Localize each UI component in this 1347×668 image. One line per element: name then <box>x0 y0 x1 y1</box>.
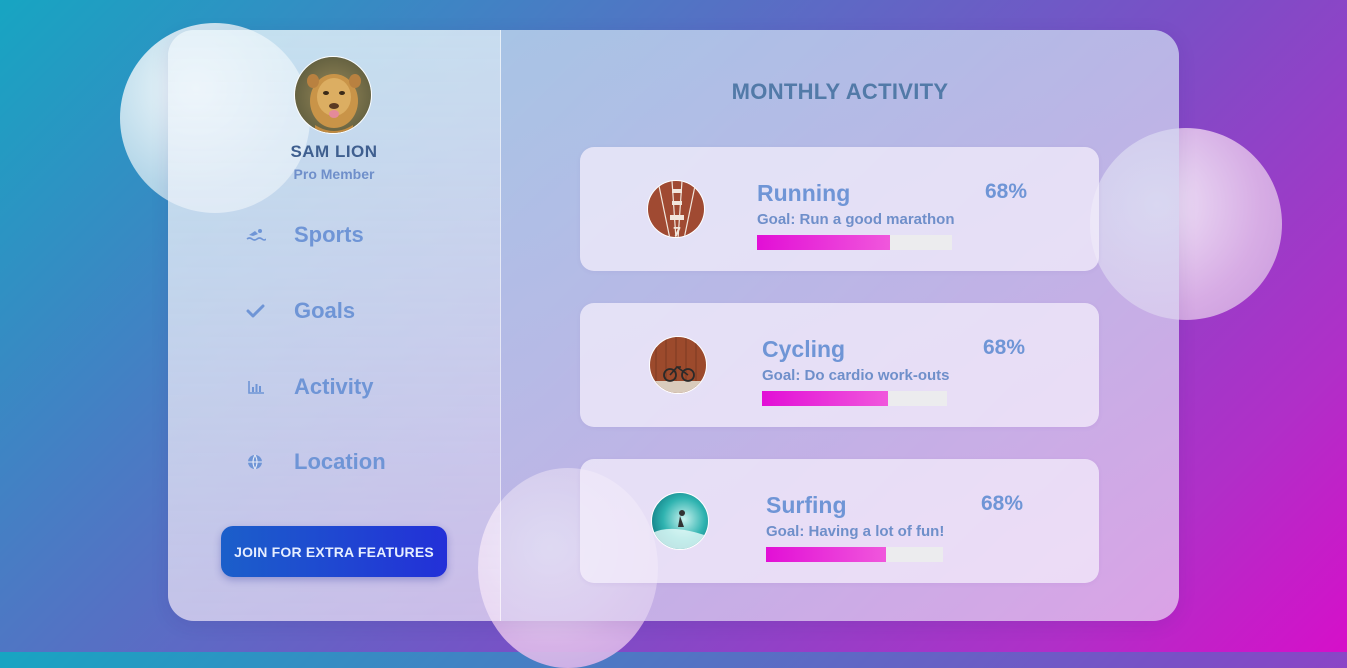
nav-label: Activity <box>294 374 374 399</box>
glass-panel: SAM LION Pro Member Sports Goals Activit… <box>168 30 1179 621</box>
activity-title: Running <box>757 180 851 206</box>
activity-title: Surfing <box>766 492 847 518</box>
activity-card-cycling[interactable]: Cycling Goal: Do cardio work-outs 68% <box>580 303 1099 427</box>
progress-bar <box>766 547 943 562</box>
user-name: SAM LION <box>290 142 378 161</box>
activity-title: Cycling <box>762 336 846 362</box>
activity-percent: 68% <box>985 180 1028 203</box>
activity-goal: Goal: Having a lot of fun! <box>766 523 945 540</box>
avatar <box>294 56 372 134</box>
activity-goal: Goal: Run a good marathon <box>757 211 955 228</box>
nav-item-location[interactable]: Location <box>246 447 386 477</box>
svg-text:7: 7 <box>673 225 681 238</box>
nav-label: Location <box>294 449 386 474</box>
membership-label: Pro Member <box>293 166 375 182</box>
progress-bar <box>762 391 947 406</box>
activity-percent: 68% <box>983 336 1026 359</box>
nav-label: Goals <box>294 298 356 323</box>
nav-item-sports[interactable]: Sports <box>246 220 364 250</box>
join-extra-features-button[interactable]: JOIN FOR EXTRA FEATURES <box>221 526 447 577</box>
progress-fill <box>762 391 888 406</box>
swimmer-icon <box>246 227 267 243</box>
sidebar: SAM LION Pro Member Sports Goals Activit… <box>168 30 501 621</box>
check-icon <box>246 303 266 319</box>
activity-card-surfing[interactable]: Surfing Goal: Having a lot of fun! 68% <box>580 459 1099 583</box>
lion-photo-icon <box>295 57 371 133</box>
activity-card-running[interactable]: 7 Running Goal: Run a good marathon 68% <box>580 147 1099 271</box>
progress-bar <box>757 235 952 250</box>
progress-fill <box>757 235 890 250</box>
running-track-photo: 7 <box>647 180 705 238</box>
activity-goal: Goal: Do cardio work-outs <box>762 367 950 384</box>
page-title: MONTHLY ACTIVITY <box>731 79 949 104</box>
surfing-wave-photo <box>651 492 709 550</box>
nav-item-activity[interactable]: Activity <box>246 372 373 402</box>
bicycle-photo <box>649 336 707 394</box>
globe-icon <box>246 454 266 470</box>
progress-fill <box>766 547 887 562</box>
nav-label: Sports <box>294 222 364 247</box>
activity-percent: 68% <box>981 492 1024 515</box>
nav-item-goals[interactable]: Goals <box>246 296 355 326</box>
bar-chart-icon <box>246 379 266 395</box>
